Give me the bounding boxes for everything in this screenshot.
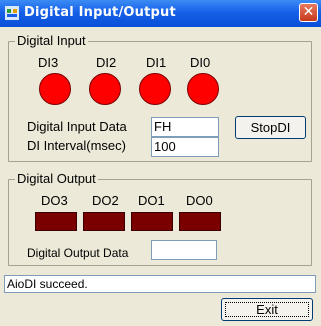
do2-label: DO2 [92, 193, 119, 208]
digital-input-data-label: Digital Input Data [27, 119, 127, 134]
do1-label: DO1 [138, 193, 165, 208]
di0-label: DI0 [190, 55, 211, 70]
stop-di-button[interactable]: StopDI [235, 116, 306, 139]
di1-indicator [139, 73, 171, 105]
window-title: Digital Input/Output [24, 5, 176, 20]
exit-button-label: Exit [256, 302, 278, 317]
di2-label: DI2 [96, 55, 117, 70]
di2-indicator [89, 73, 121, 105]
status-message: AioDI succeed. [4, 275, 316, 293]
title-bar[interactable]: Digital Input/Output ✕ [0, 0, 321, 27]
digital-output-data-field[interactable] [151, 240, 217, 260]
exit-button[interactable]: Exit [221, 298, 313, 321]
close-button[interactable]: ✕ [299, 3, 318, 22]
do2-toggle[interactable] [83, 212, 125, 231]
dialog-window: Digital Input/Output ✕ Digital Input DI3… [0, 0, 321, 326]
digital-output-group-title: Digital Output [15, 171, 98, 187]
di3-indicator [39, 73, 71, 105]
digital-input-data-field[interactable]: FH [151, 117, 219, 137]
di0-indicator [187, 73, 219, 105]
digital-input-group-title: Digital Input [15, 33, 88, 49]
do0-label: DO0 [186, 193, 213, 208]
do3-label: DO3 [41, 193, 68, 208]
di-interval-field[interactable]: 100 [151, 137, 219, 157]
di1-label: DI1 [146, 55, 167, 70]
digital-output-data-label: Digital Output Data [27, 246, 129, 260]
do1-toggle[interactable] [131, 212, 173, 231]
di3-label: DI3 [38, 55, 59, 70]
do0-toggle[interactable] [179, 212, 221, 231]
app-icon [5, 6, 19, 20]
do3-toggle[interactable] [35, 212, 77, 231]
di-interval-label: DI Interval(msec) [27, 138, 126, 153]
